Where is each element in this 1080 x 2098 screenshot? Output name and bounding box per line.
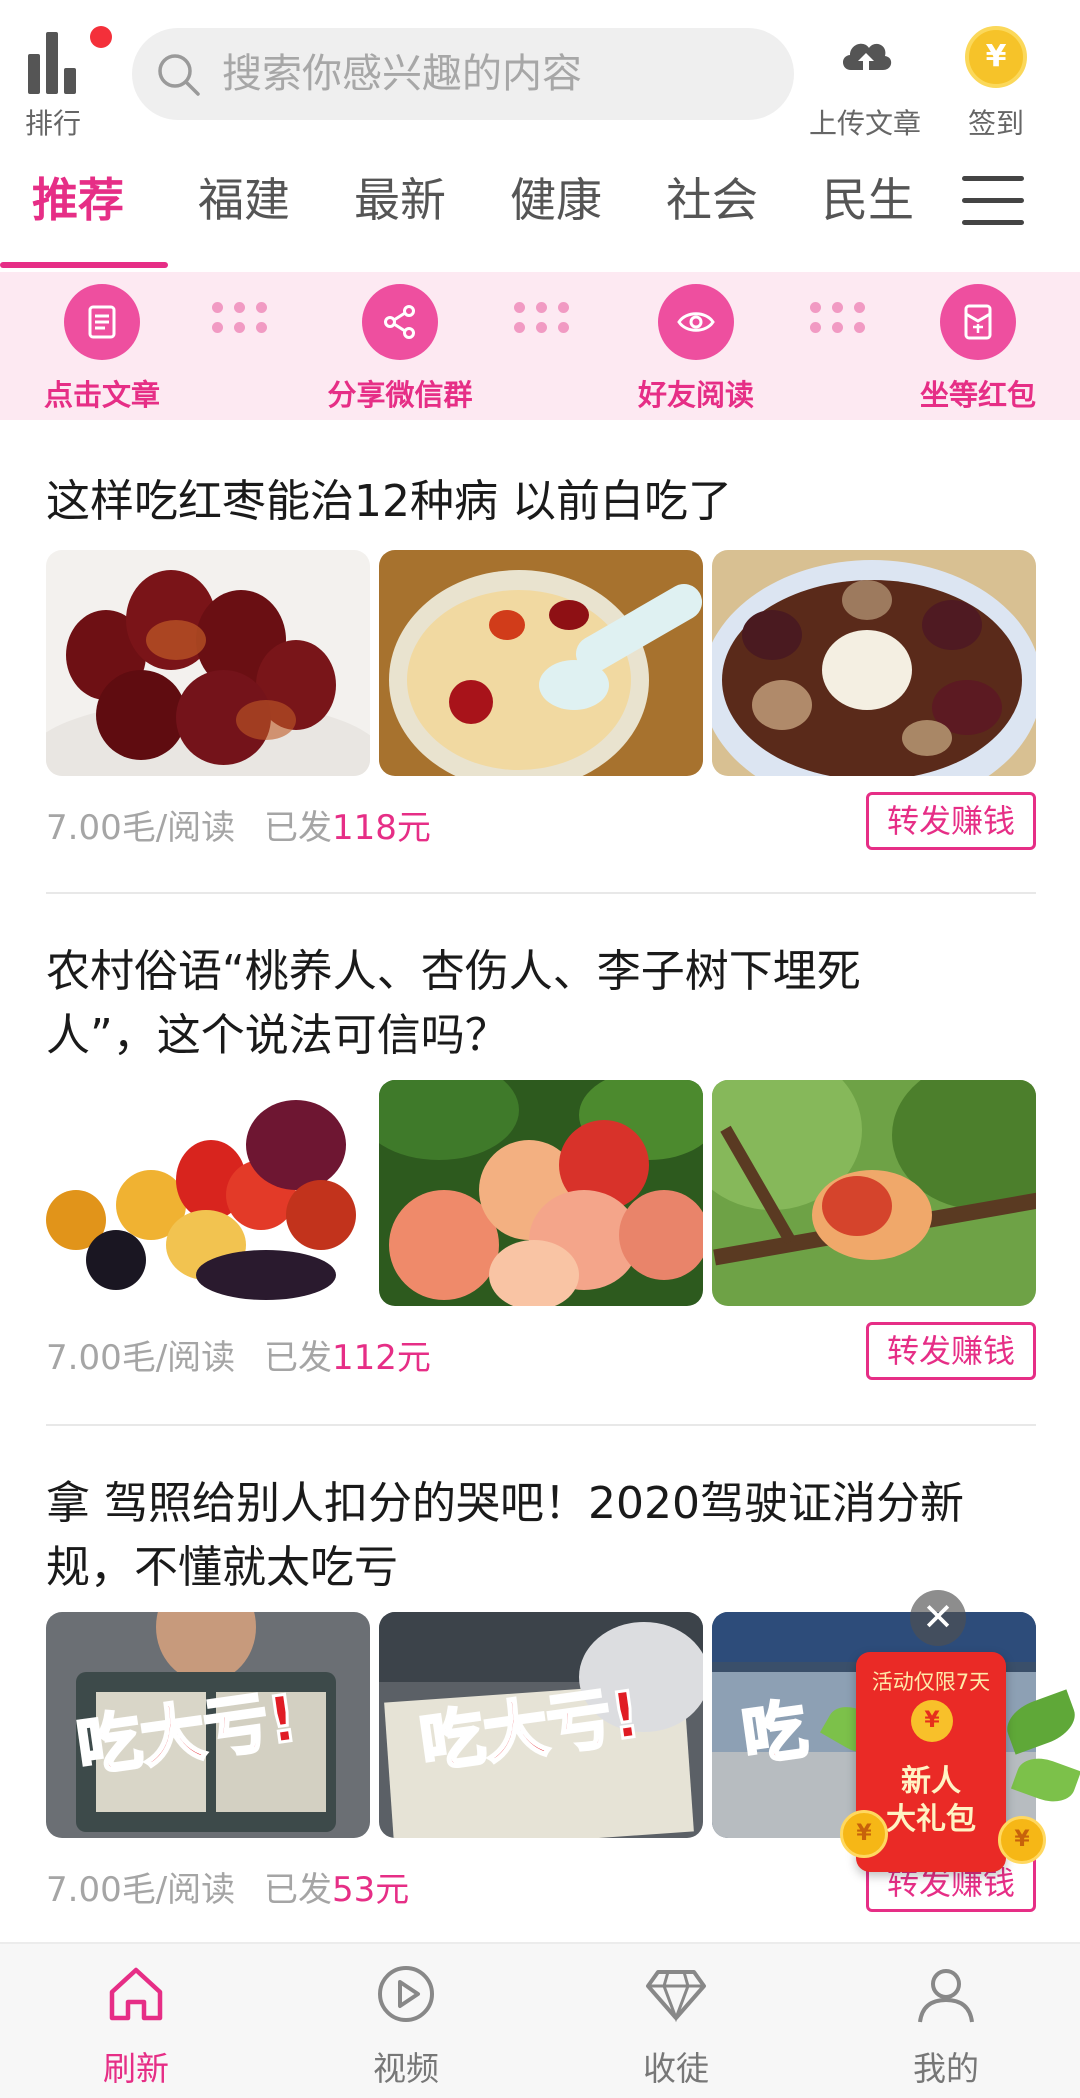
- bottom-nav: 刷新 视频 收徒 我的: [0, 1942, 1080, 2098]
- nav-label: 视频: [373, 2049, 439, 2088]
- gold-coin-icon: ¥: [998, 1816, 1046, 1864]
- search-placeholder: 搜索你感兴趣的内容: [222, 51, 582, 97]
- paid-value: 112元: [332, 1338, 431, 1378]
- coin-icon: ¥: [965, 26, 1027, 88]
- paid-amount: 已发53元: [264, 1862, 409, 1911]
- read-rate: 7.00毛/阅读: [46, 1338, 236, 1378]
- paid-prefix: 已发: [264, 1338, 332, 1378]
- share-icon: [362, 284, 438, 360]
- rank-button[interactable]: 排行: [18, 18, 112, 140]
- step-click-article[interactable]: 点击文章: [12, 284, 192, 412]
- divider: [46, 1424, 1036, 1426]
- paid-amount: 已发112元: [264, 1330, 431, 1379]
- tab-fujian[interactable]: 福建: [198, 168, 290, 232]
- tab-health[interactable]: 健康: [510, 168, 602, 232]
- step-label: 分享微信群: [327, 378, 473, 412]
- license-hand-image: 吃大亏!: [379, 1612, 703, 1838]
- jujube-bowl-image: [46, 550, 370, 776]
- document-icon: [64, 284, 140, 360]
- leaf-decoration: [1000, 1689, 1080, 1755]
- tangyuan-soup-image: [712, 550, 1036, 776]
- nav-mine[interactable]: 我的: [876, 1962, 1016, 2088]
- step-dots: [212, 302, 272, 342]
- step-label: 好友阅读: [637, 378, 754, 412]
- article-thumbnails: [46, 550, 1036, 776]
- notification-dot: [90, 26, 112, 48]
- license-photo-image: 吃大亏!: [46, 1612, 370, 1838]
- share-earn-button[interactable]: 转发赚钱: [866, 792, 1036, 850]
- share-earn-button[interactable]: 转发赚钱: [866, 1322, 1036, 1380]
- article-card[interactable]: 这样吃红枣能治12种病 以前白吃了 7.00毛/阅读 已发118元 转发赚钱: [46, 470, 1036, 860]
- tab-recommend[interactable]: 推荐: [32, 168, 124, 232]
- app-screen: 排行 搜索你感兴趣的内容 上传文章 ¥ 签到 推荐 福建 最新 健康 社会 民生: [0, 0, 1080, 2098]
- fruit-assortment-image: [46, 1080, 370, 1306]
- read-rate: 7.00毛/阅读: [46, 808, 236, 848]
- article-title[interactable]: 这样吃红枣能治12种病 以前白吃了: [46, 470, 1036, 534]
- home-icon: [109, 1967, 163, 2021]
- tab-latest[interactable]: 最新: [354, 168, 446, 232]
- nav-label: 刷新: [103, 2049, 169, 2088]
- article-meta: 7.00毛/阅读 已发112元 转发赚钱: [46, 1322, 1036, 1382]
- signin-label: 签到: [967, 107, 1024, 140]
- category-tabs: 推荐 福建 最新 健康 社会 民生: [0, 150, 1080, 270]
- step-dots: [514, 302, 574, 342]
- article-card[interactable]: 农村俗语“桃养人、杏伤人、李子树下埋死人”，这个说法可信吗？ 7.00毛/阅读 …: [46, 940, 1036, 1390]
- coin-icon: ¥: [911, 1700, 953, 1742]
- play-icon: [378, 1966, 434, 2022]
- article-title[interactable]: 农村俗语“桃养人、杏伤人、李子树下埋死人”，这个说法可信吗？: [46, 940, 1036, 1068]
- earning-steps-strip: 点击文章 分享微信群 好友阅读 坐等红包: [0, 272, 1080, 420]
- active-tab-indicator: [0, 262, 168, 268]
- article-thumbnails: [46, 1080, 1036, 1306]
- search-icon: [158, 54, 200, 96]
- nav-refresh[interactable]: 刷新: [66, 1962, 206, 2088]
- article-meta: 7.00毛/阅读 已发118元 转发赚钱: [46, 792, 1036, 852]
- search-input[interactable]: 搜索你感兴趣的内容: [132, 28, 794, 120]
- thumb-overlay-text: 吃: [736, 1691, 813, 1776]
- step-dots: [810, 302, 870, 342]
- divider: [46, 892, 1036, 894]
- top-bar: 排行 搜索你感兴趣的内容 上传文章 ¥ 签到: [0, 0, 1080, 150]
- close-icon[interactable]: ✕: [910, 1590, 966, 1646]
- cloud-upload-icon: [842, 43, 892, 70]
- nav-label: 收徒: [643, 2049, 709, 2088]
- jujube-soup-image: [379, 550, 703, 776]
- step-friend-read[interactable]: 好友阅读: [606, 284, 786, 412]
- leaf-decoration: [1010, 1750, 1080, 1810]
- paid-amount: 已发118元: [264, 800, 431, 849]
- newcomer-gift-popup[interactable]: 活动仅限7天 ¥ 新人 大礼包 ¥ ¥ ✕: [820, 1590, 1080, 1880]
- peach-pile-image: [379, 1080, 703, 1306]
- nav-label: 我的: [913, 2049, 979, 2088]
- upload-label: 上传文章: [808, 107, 921, 140]
- paid-prefix: 已发: [264, 808, 332, 848]
- user-icon: [918, 1969, 974, 2023]
- rank-label: 排行: [24, 107, 81, 140]
- peach-on-branch-image: [712, 1080, 1036, 1306]
- gold-coin-icon: ¥: [840, 1810, 888, 1858]
- diamond-icon: [646, 1970, 706, 2023]
- menu-icon[interactable]: [962, 172, 1024, 228]
- step-wait-redpacket[interactable]: 坐等红包: [888, 284, 1068, 412]
- step-label: 点击文章: [43, 378, 160, 412]
- promo-banner: 活动仅限7天: [871, 1670, 991, 1694]
- read-rate: 7.00毛/阅读: [46, 1870, 236, 1910]
- step-share-wechat[interactable]: 分享微信群: [310, 284, 490, 412]
- signin-button[interactable]: ¥ 签到: [950, 18, 1040, 140]
- nav-video[interactable]: 视频: [336, 1962, 476, 2088]
- paid-value: 53元: [332, 1870, 410, 1910]
- red-packet-icon: [940, 284, 1016, 360]
- nav-recruit[interactable]: 收徒: [606, 1962, 746, 2088]
- paid-prefix: 已发: [264, 1870, 332, 1910]
- step-label: 坐等红包: [919, 378, 1036, 412]
- upload-article-button[interactable]: 上传文章: [800, 18, 930, 140]
- tab-society[interactable]: 社会: [666, 168, 758, 232]
- paid-value: 118元: [332, 808, 431, 848]
- article-title[interactable]: 拿 驾照给别人扣分的哭吧！2020驾驶证消分新规，不懂就太吃亏: [46, 1472, 1036, 1600]
- eye-icon: [658, 284, 734, 360]
- tab-livelihood[interactable]: 民生: [822, 168, 914, 232]
- bar-chart-icon: [28, 30, 78, 94]
